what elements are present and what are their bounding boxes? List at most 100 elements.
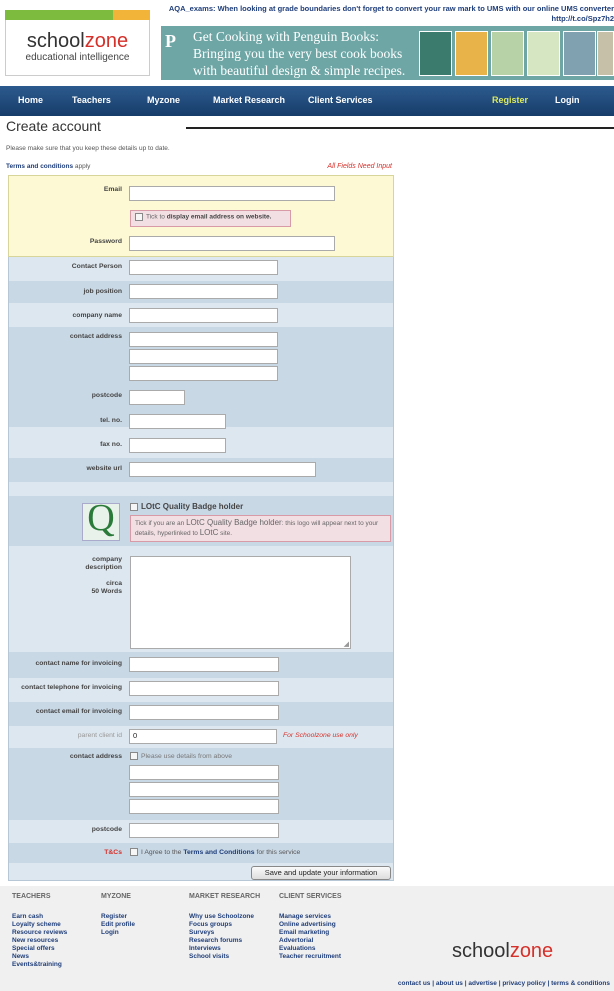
invoice-postcode-field[interactable] [129, 823, 279, 838]
invoice-postcode-label: postcode [91, 826, 122, 833]
website-field[interactable] [129, 462, 316, 477]
website-label: website url [86, 465, 122, 472]
job-position-label: job position [83, 288, 122, 295]
footer-link[interactable]: Special offers [12, 945, 67, 953]
email-field[interactable] [129, 186, 335, 201]
invoice-address-1[interactable] [129, 765, 279, 780]
address-line-3[interactable] [129, 366, 278, 381]
lotc-q-icon: Q [87, 497, 115, 539]
footer-link[interactable]: School visits [189, 953, 254, 961]
footer-myzone-list: Register Edit profile Login [101, 913, 135, 937]
nav-login[interactable]: Login [555, 95, 580, 105]
invoice-address-3[interactable] [129, 799, 279, 814]
footer-link[interactable]: Register [101, 913, 135, 921]
use-above-checkbox[interactable] [130, 752, 138, 760]
terms-link[interactable]: Terms and conditions [6, 163, 73, 170]
footer-link[interactable]: Focus groups [189, 921, 254, 929]
logo-tagline: educational intelligence [25, 52, 130, 63]
footer-link[interactable]: New resources [12, 937, 67, 945]
footer-teachers-list: Earn cash Loyalty scheme Resource review… [12, 913, 67, 969]
nav-register[interactable]: Register [492, 95, 528, 105]
required-note: All Fields Need Input [327, 163, 392, 170]
footer-link[interactable]: News [12, 953, 67, 961]
footer-link[interactable]: Interviews [189, 945, 254, 953]
password-field[interactable] [129, 236, 335, 251]
footer-myzone-heading: MYZONE [101, 893, 131, 900]
nav-myzone[interactable]: Myzone [147, 95, 180, 105]
fax-label: fax no. [100, 441, 122, 448]
book-cover-2 [455, 31, 488, 76]
description-textarea[interactable]: ◢ [130, 556, 351, 649]
footer-link[interactable]: Edit profile [101, 921, 135, 929]
postcode-label: postcode [91, 392, 122, 399]
email-label: Email [103, 186, 122, 193]
agree-option[interactable]: I Agree to the Terms and Conditions for … [130, 848, 300, 856]
title-divider [186, 127, 614, 129]
book-cover-6 [597, 31, 614, 76]
tel-field[interactable] [129, 414, 226, 429]
invoice-name-label: contact name for invoicing [35, 660, 123, 667]
invoice-name-field[interactable] [129, 657, 279, 672]
display-email-checkbox[interactable] [135, 213, 143, 221]
footer-client-heading: CLIENT SERVICES [279, 893, 342, 900]
twitter-ticker[interactable]: AQA_exams: When looking at grade boundar… [160, 4, 614, 24]
nav-client-services[interactable]: Client Services [308, 95, 373, 105]
footer-teachers-heading: TEACHERS [12, 893, 51, 900]
invoice-tel-field[interactable] [129, 681, 279, 696]
address-line-1[interactable] [129, 332, 278, 347]
footer-link[interactable]: Surveys [189, 929, 254, 937]
footer-market-list: Why use Schoolzone Focus groups Surveys … [189, 913, 254, 961]
footer-link[interactable]: Advertorial [279, 937, 341, 945]
invoice-tel-label: contact telephone for invoicing [21, 684, 122, 691]
tcs-label: T&Cs [104, 849, 122, 856]
nav-teachers[interactable]: Teachers [72, 95, 111, 105]
parent-id-label: parent client id [77, 732, 122, 739]
address-line-2[interactable] [129, 349, 278, 364]
parent-id-note: For Schoolzone use only [283, 732, 358, 739]
invoice-email-label: contact email for invoicing [35, 708, 122, 715]
display-email-option[interactable]: Tick to display email address on website… [130, 210, 291, 227]
contact-address-label: contact address [69, 333, 122, 340]
footer-links[interactable]: contact us | about us | advertise | priv… [290, 980, 610, 987]
book-cover-1 [419, 31, 452, 76]
footer-client-list: Manage services Online advertising Email… [279, 913, 341, 961]
invoice-email-field[interactable] [129, 705, 279, 720]
lotc-checkbox[interactable] [130, 502, 138, 511]
footer-link[interactable]: Email marketing [279, 929, 341, 937]
job-position-field[interactable] [129, 284, 278, 299]
postcode-field[interactable] [129, 390, 185, 405]
footer-link[interactable]: Events&training [12, 961, 67, 969]
logo-color-bar [5, 10, 150, 20]
footer-link[interactable]: Online advertising [279, 921, 341, 929]
company-name-label: company name [72, 312, 122, 319]
parent-id-field[interactable]: 0 [129, 729, 277, 744]
footer-link[interactable]: Loyalty scheme [12, 921, 67, 929]
page-title: Create account [6, 118, 101, 134]
agree-terms-link[interactable]: Terms and Conditions [183, 849, 254, 856]
nav-market-research[interactable]: Market Research [213, 95, 285, 105]
footer-logo[interactable]: schoolzone [452, 940, 553, 963]
footer-link[interactable]: Manage services [279, 913, 341, 921]
book-cover-5 [563, 31, 596, 76]
book-cover-3 [491, 31, 524, 76]
footer-link[interactable]: Login [101, 929, 135, 937]
footer-link[interactable]: Evaluations [279, 945, 341, 953]
invoice-address-2[interactable] [129, 782, 279, 797]
footer-link[interactable]: Resource reviews [12, 929, 67, 937]
save-button[interactable]: Save and update your information [251, 866, 391, 880]
footer-market-heading: MARKET RESEARCH [189, 893, 261, 900]
nav-home[interactable]: Home [18, 95, 43, 105]
site-logo[interactable]: schoolzone [5, 30, 150, 53]
use-above-option[interactable]: Please use details from above [130, 752, 232, 760]
contact-person-field[interactable] [129, 260, 278, 275]
footer-link[interactable]: Earn cash [12, 913, 67, 921]
footer-link[interactable]: Why use Schoolzone [189, 913, 254, 921]
company-name-field[interactable] [129, 308, 278, 323]
banner-text: Get Cooking with Penguin Books: Bringing … [193, 29, 406, 78]
lotc-option[interactable]: LOtC Quality Badge holder [130, 502, 243, 511]
footer-link[interactable]: Research forums [189, 937, 254, 945]
agree-checkbox[interactable] [130, 848, 138, 856]
book-cover-4 [527, 31, 560, 76]
footer-link[interactable]: Teacher recruitment [279, 953, 341, 961]
fax-field[interactable] [129, 438, 226, 453]
